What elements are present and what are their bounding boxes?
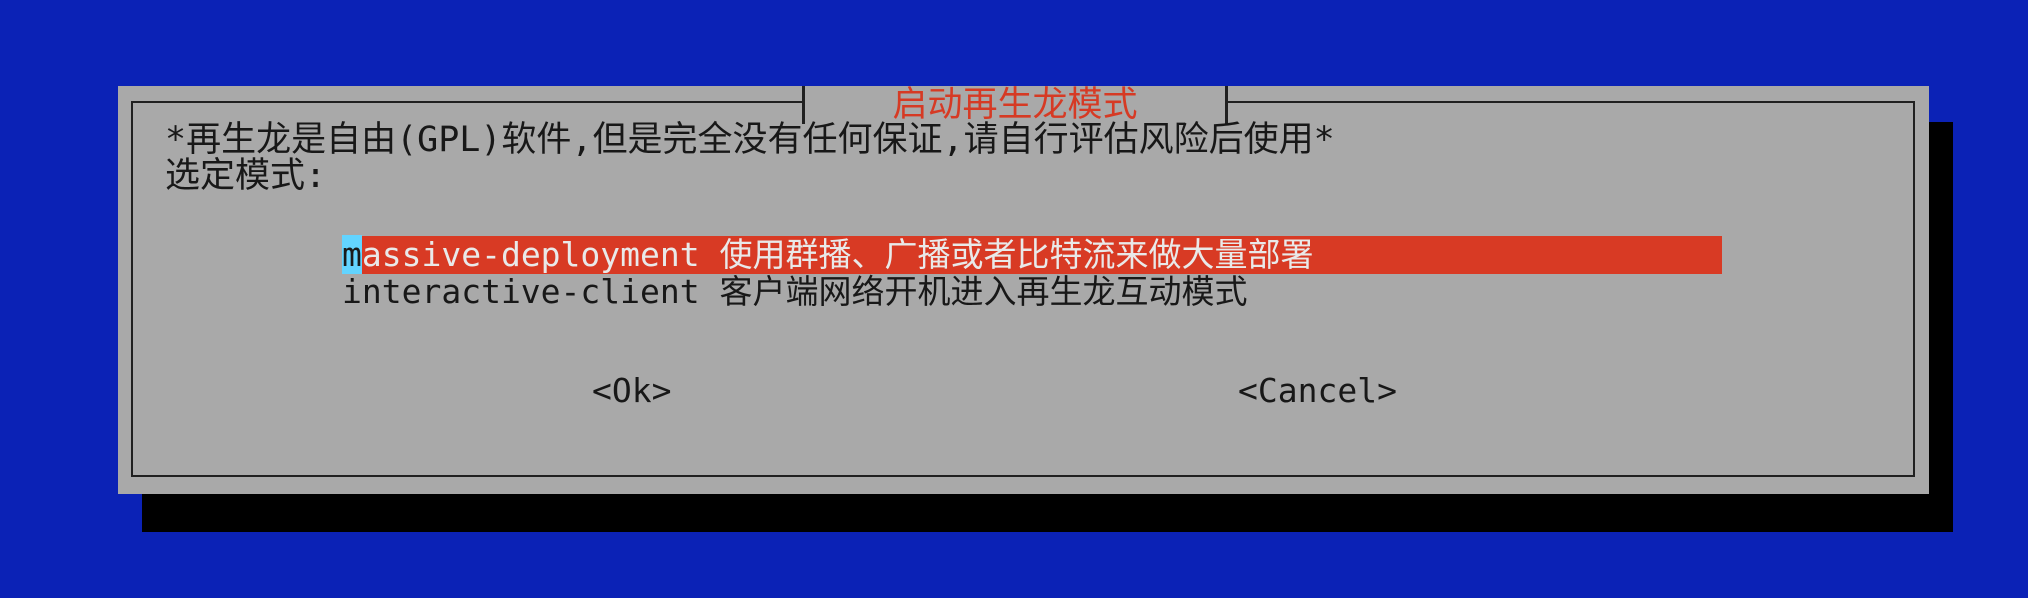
warning-text: *再生龙是自由(GPL)软件,但是完全没有任何保证,请自行评估风险后使用* <box>165 120 1335 160</box>
dialog-title: 启动再生龙模式 <box>802 86 1228 124</box>
menu-item-interactive-client[interactable]: interactive-client 客户端网络开机进入再生龙互动模式 <box>342 273 1248 311</box>
cursor-char: m <box>342 235 362 274</box>
prompt-text: 选定模式: <box>165 156 327 196</box>
mode-dialog: 启动再生龙模式 *再生龙是自由(GPL)软件,但是完全没有任何保证,请自行评估风… <box>118 86 1929 494</box>
ok-button[interactable]: <Ok> <box>592 372 671 410</box>
cancel-button[interactable]: <Cancel> <box>1238 372 1397 410</box>
menu-item-massive-deployment[interactable]: massive-deployment 使用群播、广播或者比特流来做大量部署 <box>342 235 1722 274</box>
menu-item-label: assive-deployment 使用群播、广播或者比特流来做大量部署 <box>361 235 1314 274</box>
